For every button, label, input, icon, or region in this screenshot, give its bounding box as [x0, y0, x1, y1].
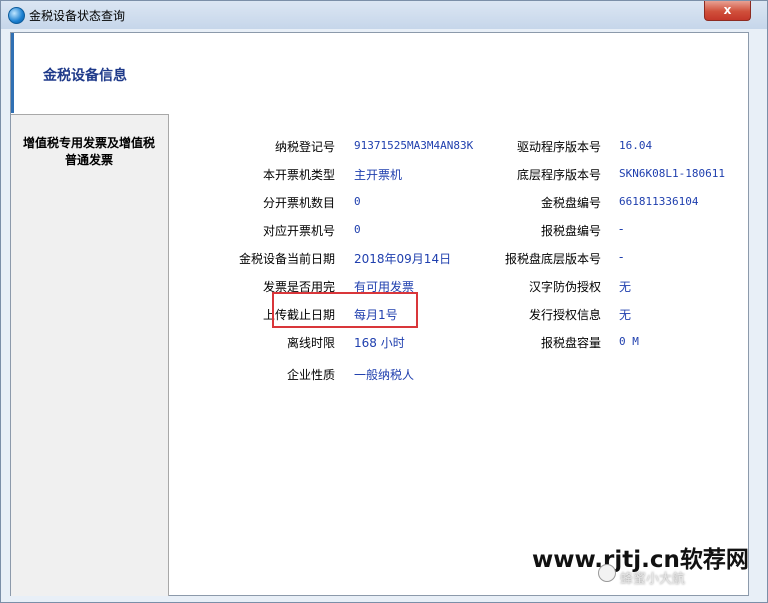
tax-disk-number-value: 661811336104 — [619, 195, 699, 208]
window-title: 金税设备状态查询 — [29, 9, 126, 23]
header: 金税设备信息 — [11, 33, 748, 113]
app-logo-icon — [8, 7, 25, 24]
report-disk-capacity-value: 0 M — [619, 335, 639, 348]
close-button[interactable]: x — [704, 1, 751, 21]
wechat-icon — [598, 564, 616, 582]
machine-number-value: 0 — [354, 223, 361, 236]
report-disk-number-value: - — [619, 222, 624, 236]
offline-limit-value: 168 小时 — [354, 336, 405, 350]
firmware-version-label: 底层程序版本号 — [516, 168, 601, 182]
tax-registration-value: 91371525MA3M4AN83K — [354, 139, 474, 152]
header-accent — [11, 33, 14, 113]
issue-authorization-value: 无 — [619, 308, 632, 322]
driver-version-value: 16.04 — [619, 139, 653, 152]
page-title: 金税设备信息 — [43, 68, 127, 84]
machine-type-label: 本开票机类型 — [262, 168, 335, 182]
machine-number-label: 对应开票机号 — [262, 224, 335, 238]
title-bar[interactable]: 金税设备状态查询 x — [1, 1, 767, 29]
issue-authorization-label: 发行授权信息 — [528, 308, 601, 322]
offline-limit-highlight-box — [272, 292, 418, 328]
tax-disk-number-label: 金税盘编号 — [540, 196, 601, 210]
report-disk-firmware-value: - — [619, 250, 624, 264]
report-disk-capacity-label: 报税盘容量 — [540, 336, 601, 350]
anti-counterfeit-value: 无 — [619, 280, 632, 294]
watermark-subtext: 蜂蜜小大航 — [620, 572, 686, 587]
enterprise-type-label: 企业性质 — [286, 368, 335, 382]
firmware-version-value: SKN6K08L1-180611 — [619, 167, 725, 180]
enterprise-type-value: 一般纳税人 — [354, 368, 415, 382]
machine-type-value: 主开票机 — [354, 168, 403, 182]
report-disk-firmware-label: 报税盘底层版本号 — [504, 252, 601, 266]
offline-limit-label: 离线时限 — [286, 336, 335, 350]
info-grid: 纳税登记号 91371525MA3M4AN83K 本开票机类型 主开票机 分开票… — [169, 114, 748, 595]
device-date-value: 2018年09月14日 — [354, 252, 452, 266]
report-disk-number-label: 报税盘编号 — [540, 224, 601, 238]
anti-counterfeit-label: 汉字防伪授权 — [528, 280, 601, 294]
sub-machine-count-value: 0 — [354, 195, 361, 208]
device-date-label: 金税设备当前日期 — [238, 252, 335, 266]
sidebar: 增值税专用发票及增值税普通发票 — [11, 114, 169, 596]
sidebar-item-vat-invoice[interactable]: 增值税专用发票及增值税普通发票 — [19, 135, 159, 169]
driver-version-label: 驱动程序版本号 — [516, 140, 601, 154]
sub-machine-count-label: 分开票机数目 — [262, 196, 335, 210]
tax-registration-label: 纳税登记号 — [274, 140, 335, 154]
